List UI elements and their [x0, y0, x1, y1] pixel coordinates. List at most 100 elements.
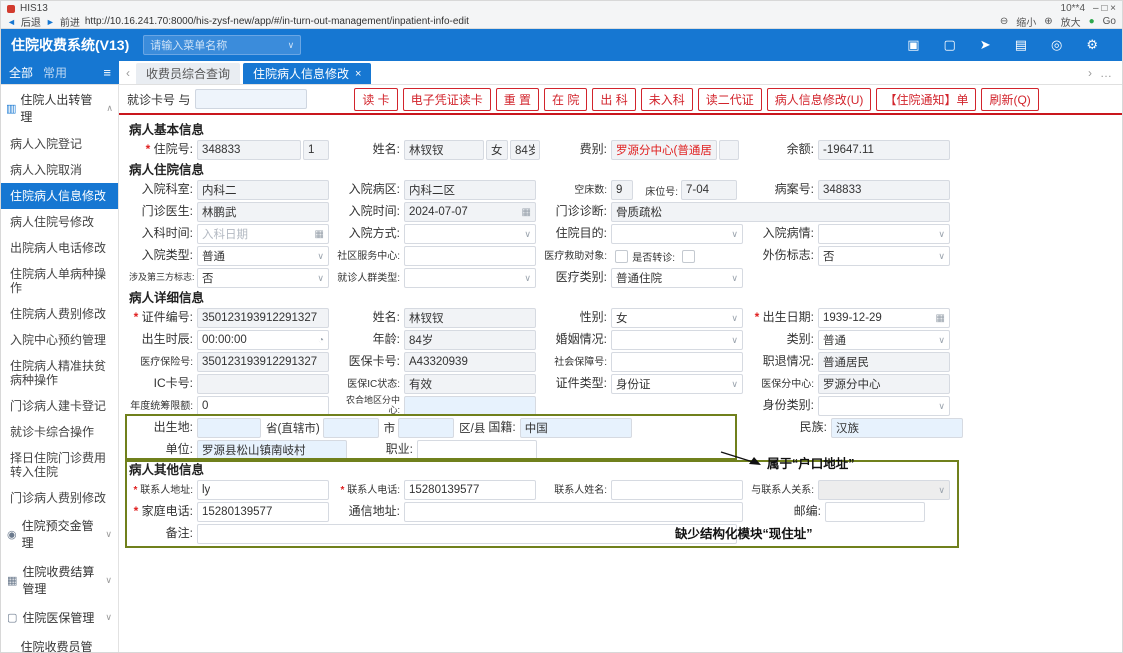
detail-name-input[interactable]: 林钗钗 — [404, 308, 536, 328]
tabs-more-icon[interactable]: … — [1100, 66, 1112, 80]
insurance-card-no-input[interactable]: A43320939 — [404, 352, 536, 372]
sidebar-item-discharged-phone-edit[interactable]: 出院病人电话修改 — [1, 235, 118, 261]
home-phone-input[interactable]: 15280139577 — [197, 502, 329, 522]
tab-inpatient-info-edit[interactable]: 住院病人信息修改 × — [243, 63, 372, 84]
not-in-dept-button[interactable]: 未入科 — [640, 87, 693, 111]
patient-group-type-select[interactable]: ∨ — [404, 268, 536, 288]
birthplace-city-input[interactable] — [322, 418, 379, 438]
contact-relation-select[interactable]: ∨ — [818, 480, 950, 500]
sidebar-item-admission-register[interactable]: 病人入院登记 — [1, 131, 118, 157]
panel-icon[interactable]: ▣ — [907, 37, 919, 53]
admission-notice-button[interactable]: 【住院通知】单 — [876, 87, 977, 111]
back-icon[interactable]: ◄ — [7, 17, 16, 27]
birth-hour-input[interactable]: 00:00:00 ◔ — [197, 330, 329, 350]
ward-input[interactable]: 内科二区 — [404, 180, 536, 200]
forward-icon[interactable]: ► — [46, 17, 55, 27]
admission-count-input[interactable]: 1 — [303, 140, 329, 160]
tabs-scroll-left-icon[interactable]: ‹ — [123, 66, 133, 80]
e-cert-read-card-button[interactable]: 电子凭证读卡 — [402, 87, 491, 111]
sidebar-group-prepayment[interactable]: ◉ 住院预交金管理 ∨ — [1, 511, 118, 557]
tabs-scroll-right-icon[interactable]: › — [1088, 66, 1092, 80]
back-button[interactable]: 后退 — [21, 14, 41, 29]
sidebar-group-medical-insurance[interactable]: ▢ 住院医保管理 ∨ — [1, 603, 118, 632]
fee-type-extra-input[interactable] — [719, 140, 739, 160]
admission-method-select[interactable]: ∨ — [404, 224, 536, 244]
sidebar-item-inpatient-info-edit[interactable]: 住院病人信息修改 — [1, 183, 118, 209]
send-icon[interactable]: ➤ — [980, 37, 991, 53]
sidebar-item-scheduled-admission-fee-transfer[interactable]: 择日住院门诊费用转入住院 — [1, 445, 118, 485]
sidebar-item-admission-center-booking[interactable]: 入院中心预约管理 — [1, 327, 118, 353]
settings-icon[interactable]: ⚙ — [1086, 37, 1098, 53]
zoom-in-icon[interactable]: ⊕ — [1044, 16, 1052, 27]
category-select[interactable]: 普通 ∨ — [818, 330, 950, 350]
in-hospital-button[interactable]: 在 院 — [544, 87, 588, 111]
sidebar-item-outpatient-fee-type-edit[interactable]: 门诊病人费别修改 — [1, 485, 118, 511]
employer-input[interactable]: 罗源县松山镇南岐村 — [197, 440, 347, 460]
bed-no-input[interactable]: 7-04 — [681, 180, 737, 200]
tab-favorite-menus[interactable]: 常用 — [43, 64, 67, 81]
medical-category-select[interactable]: 普通住院 ∨ — [611, 268, 743, 288]
contact-phone-input[interactable]: 15280139577 — [404, 480, 536, 500]
sidebar-item-inpatient-no-edit[interactable]: 病人住院号修改 — [1, 209, 118, 235]
menu-search-input[interactable]: 请输入菜单名称 ∨ — [143, 35, 302, 55]
forward-button[interactable]: 前进 — [60, 14, 80, 29]
admission-no-input[interactable]: 348833 — [197, 140, 301, 160]
target-icon[interactable]: ◎ — [1051, 37, 1062, 53]
record-no-input[interactable]: 348833 — [818, 180, 950, 200]
dept-entry-time-input[interactable]: 入科日期 ▦ — [197, 224, 329, 244]
contact-name-input[interactable] — [611, 480, 743, 500]
zoom-out-icon[interactable]: ⊖ — [1000, 16, 1008, 27]
nationality-input[interactable]: 中国 — [519, 418, 632, 438]
tab-all-menus[interactable]: 全部 — [9, 64, 33, 81]
contact-address-input[interactable]: ly — [197, 480, 329, 500]
hamburger-icon[interactable]: ≡ — [103, 65, 111, 80]
admission-dept-input[interactable]: 内科二 — [197, 180, 329, 200]
refresh-button[interactable]: 刷新(Q) — [981, 87, 1039, 111]
trauma-flag-select[interactable]: 否 ∨ — [818, 246, 950, 266]
sidebar-item-outpatient-card-register[interactable]: 门诊病人建卡登记 — [1, 393, 118, 419]
sidebar-group-cashier-management[interactable]: ◈ 住院收费员管理 ∨ — [1, 632, 118, 652]
third-party-flag-select[interactable]: 否 ∨ — [197, 268, 329, 288]
admission-type-select[interactable]: 普通 ∨ — [197, 246, 329, 266]
zoom-in-button[interactable]: 放大 — [1061, 14, 1081, 29]
sidebar-item-poverty-relief-op[interactable]: 住院病人精准扶贫病种操作 — [1, 353, 118, 393]
occupation-input[interactable] — [417, 440, 537, 460]
sidebar-group-inout-management[interactable]: ▥ 住院人出转管理 ∧ — [1, 85, 118, 131]
community-center-input[interactable] — [404, 246, 536, 266]
sidebar-item-card-comprehensive-op[interactable]: 就诊卡综合操作 — [1, 419, 118, 445]
id-type-select[interactable]: 身份证 ∨ — [611, 374, 743, 394]
identity-category-select[interactable]: ∨ — [818, 396, 950, 416]
postcode-input[interactable] — [825, 502, 925, 522]
outpatient-diagnosis-input[interactable]: 骨质疏松 — [611, 202, 950, 222]
sidebar-item-fee-type-edit[interactable]: 住院病人费别修改 — [1, 301, 118, 327]
go-button[interactable]: Go — [1103, 16, 1116, 27]
social-security-no-input[interactable] — [611, 352, 743, 372]
marital-status-select[interactable]: ∨ — [611, 330, 743, 350]
hospitalization-purpose-select[interactable]: ∨ — [611, 224, 743, 244]
rural-coop-branch-input[interactable] — [404, 396, 536, 416]
patient-info-edit-button[interactable]: 病人信息修改(U) — [766, 87, 872, 111]
sidebar-item-admission-cancel[interactable]: 病人入院取消 — [1, 157, 118, 183]
mailing-address-input[interactable] — [404, 502, 743, 522]
medical-insurance-no-input[interactable]: 350123193912291327 — [197, 352, 329, 372]
layout-icon[interactable]: ▤ — [1015, 37, 1027, 53]
admission-time-input[interactable]: 2024-07-07 ▦ — [404, 202, 536, 222]
medical-aid-checkbox[interactable] — [615, 249, 628, 263]
outpatient-doctor-input[interactable]: 林鹏武 — [197, 202, 329, 222]
read-id-card-button[interactable]: 读二代证 — [697, 87, 762, 111]
address-bar[interactable]: http://10.16.241.70:8000/his-zysf-new/ap… — [85, 16, 469, 27]
message-icon[interactable]: ▢ — [944, 37, 956, 53]
name-input[interactable]: 林钗钗 — [404, 140, 484, 160]
birthplace-province-input[interactable] — [197, 418, 261, 438]
reset-button[interactable]: 重 置 — [495, 87, 540, 111]
tab-cashier-query[interactable]: 收费员综合查询 — [136, 63, 241, 84]
remarks-input[interactable] — [197, 524, 737, 544]
close-icon[interactable]: × — [355, 68, 361, 80]
ethnicity-input[interactable]: 汉族 — [831, 418, 963, 438]
sidebar-group-billing-settlement[interactable]: ▦ 住院收费结算管理 ∨ — [1, 557, 118, 603]
gender-select[interactable]: 女 ∨ — [611, 308, 743, 328]
window-controls[interactable]: – □ × — [1093, 3, 1116, 14]
birthplace-district-input[interactable] — [398, 418, 455, 438]
ic-card-no-input[interactable] — [197, 374, 329, 394]
is-referral-checkbox[interactable] — [682, 249, 695, 263]
